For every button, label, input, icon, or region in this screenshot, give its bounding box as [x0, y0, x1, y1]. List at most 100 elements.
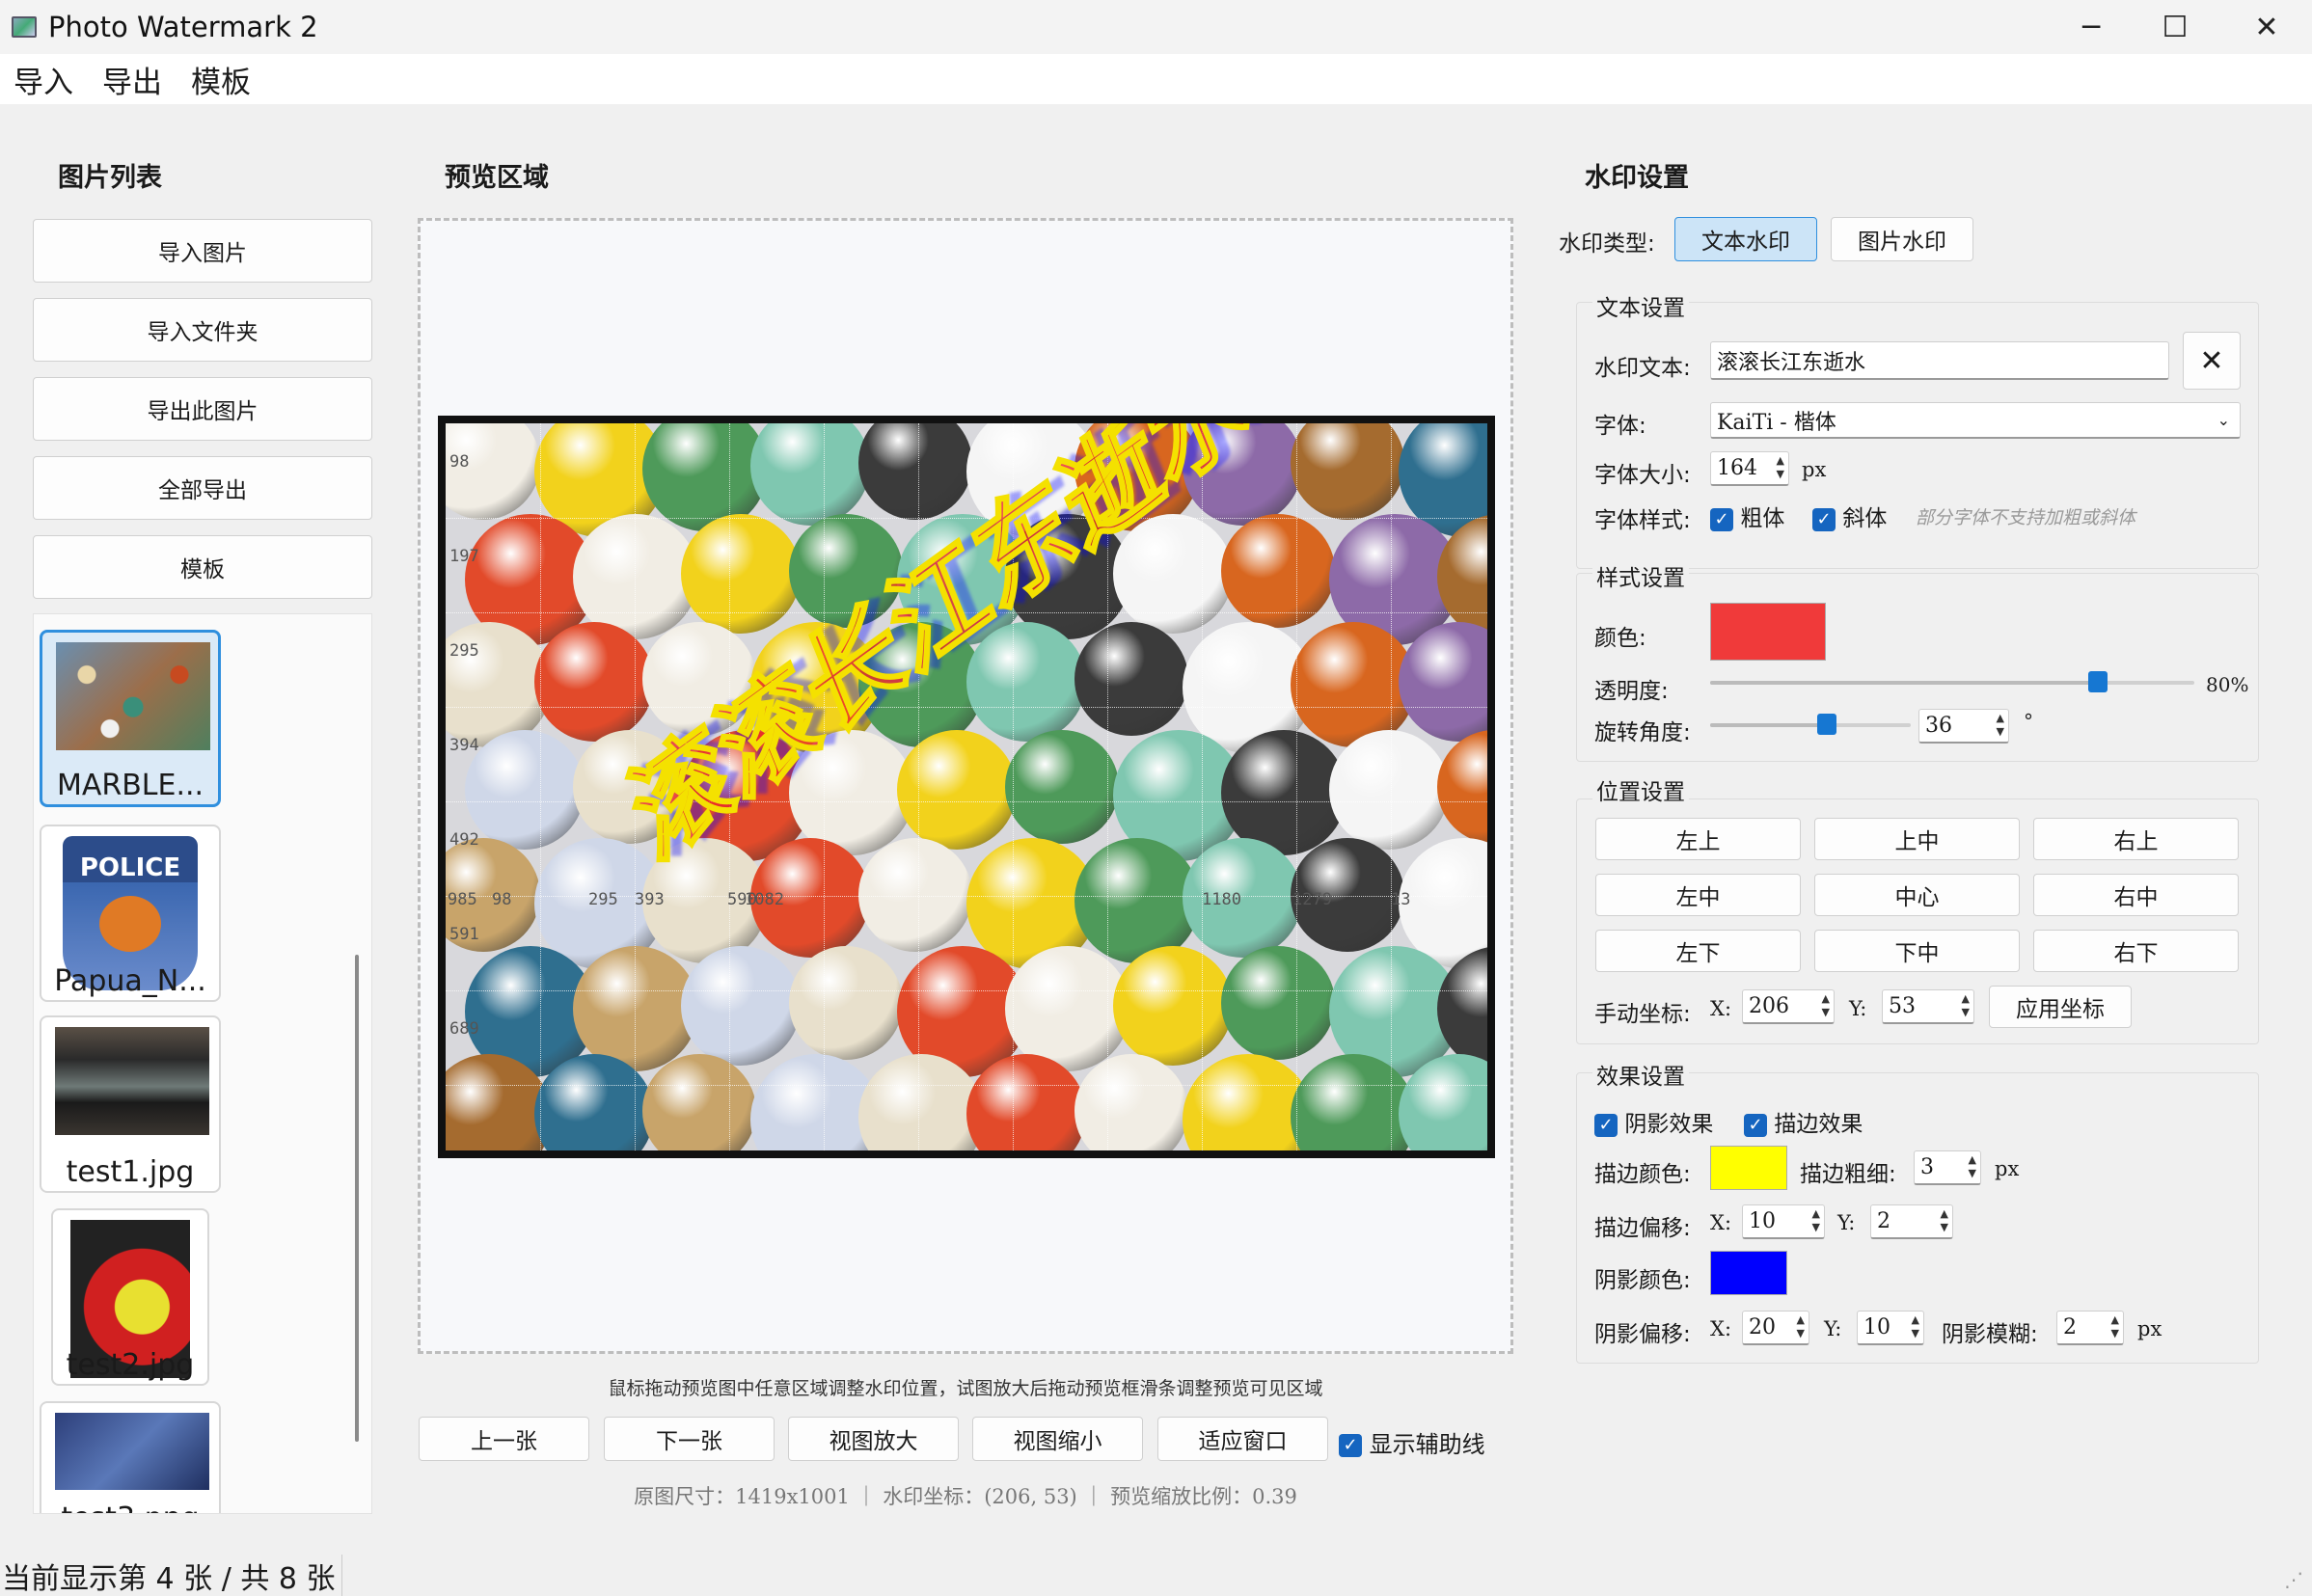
marbles-photo: 滚滚长江东逝水 98 197 295 394 492 591 689 985 98 295 393 5… — [446, 423, 1487, 1150]
coord-y-spinbox[interactable]: 53 ▲ ▼ — [1882, 989, 1974, 1024]
rotation-slider[interactable] — [1710, 714, 1911, 735]
thumbnail-item[interactable]: POLICE Papua_N... — [40, 825, 221, 1002]
spin-arrows-icon[interactable]: ▲ ▼ — [1777, 454, 1784, 481]
checkbox-checked-icon[interactable]: ✓ — [1339, 1434, 1362, 1457]
stroke-width-unit: px — [1995, 1157, 2020, 1180]
shadow-offset-x-spinbox[interactable]: 20 ▲ ▼ — [1742, 1311, 1809, 1345]
thumbnail-item[interactable]: MARBLE... — [40, 630, 221, 807]
guide-line — [1391, 423, 1392, 1150]
bold-checkbox[interactable]: ✓ 粗体 — [1710, 500, 1784, 532]
stroke-color-swatch[interactable] — [1710, 1146, 1787, 1190]
checkbox-checked-icon[interactable]: ✓ — [1744, 1113, 1767, 1137]
stroke-offset-label: 描边偏移: — [1594, 1216, 1691, 1241]
menu-template[interactable]: 模板 — [191, 58, 251, 101]
checkbox-checked-icon[interactable]: ✓ — [1812, 507, 1836, 531]
preview-image[interactable]: 滚滚长江东逝水 98 197 295 394 492 591 689 985 98 295 393 5… — [438, 416, 1495, 1158]
export-this-button[interactable]: 导出此图片 — [33, 377, 372, 441]
shadow-blur-spinbox[interactable]: 2 ▲ ▼ — [2056, 1311, 2124, 1345]
thumbnail-label: test1.jpg — [66, 1155, 195, 1189]
guide-line — [540, 423, 541, 1150]
status-bar: 当前显示第 4 张 / 共 8 张 — [0, 1555, 342, 1596]
clear-text-button[interactable]: ✕ — [2183, 332, 2241, 390]
stroke-width-value: 3 — [1920, 1155, 1934, 1179]
guide-line — [446, 707, 1487, 708]
image-watermark-button[interactable]: 图片水印 — [1831, 217, 1973, 261]
prev-image-button[interactable]: 上一张 — [419, 1417, 589, 1461]
menu-bar: 导入 导出 模板 — [0, 54, 2312, 104]
minimize-button[interactable]: ─ — [2047, 0, 2135, 54]
stroke-offset-y-spinbox[interactable]: 2 ▲ ▼ — [1870, 1204, 1953, 1239]
font-size-spinbox[interactable]: 164 ▲ ▼ — [1710, 451, 1789, 486]
thumbnail-scrollbar[interactable] — [355, 955, 359, 1442]
maximize-button[interactable]: ☐ — [2131, 0, 2219, 54]
spin-arrows-icon[interactable]: ▲ ▼ — [2111, 1313, 2119, 1340]
position-top-center-button[interactable]: 上中 — [1814, 818, 2020, 860]
stroke-width-label: 描边粗细: — [1800, 1162, 1896, 1187]
zoom-in-button[interactable]: 视图放大 — [788, 1417, 959, 1461]
thumbnail-item[interactable]: test3.png — [40, 1401, 221, 1513]
spin-arrows-icon[interactable]: ▲ ▼ — [1812, 1207, 1820, 1234]
marble — [681, 946, 801, 1066]
guide-lines-toggle[interactable]: ✓ 显示辅助线 — [1339, 1425, 1485, 1459]
spin-arrows-icon[interactable]: ▲ ▼ — [1912, 1313, 1919, 1340]
rotation-slider-handle[interactable] — [1816, 714, 1836, 735]
position-bottom-left-button[interactable]: 左下 — [1595, 930, 1801, 972]
position-middle-right-button[interactable]: 右中 — [2033, 874, 2239, 916]
template-button[interactable]: 模板 — [33, 535, 372, 599]
opacity-slider-handle[interactable] — [2087, 671, 2108, 692]
apply-coord-button[interactable]: 应用坐标 — [1989, 986, 2132, 1028]
color-swatch[interactable] — [1710, 603, 1826, 661]
clear-icon: ✕ — [2199, 343, 2224, 378]
thumbnail-item[interactable]: test1.jpg — [40, 1015, 221, 1193]
text-watermark-button[interactable]: 文本水印 — [1674, 217, 1817, 261]
spin-arrows-icon[interactable]: ▲ ▼ — [1797, 1313, 1805, 1340]
import-folder-button[interactable]: 导入文件夹 — [33, 298, 372, 362]
rotation-spinbox[interactable]: 36 ▲ ▼ — [1918, 709, 2009, 744]
opacity-slider[interactable] — [1710, 671, 2194, 692]
close-window-button[interactable]: ✕ — [2222, 0, 2311, 54]
italic-checkbox[interactable]: ✓ 斜体 — [1812, 500, 1887, 532]
marble — [1074, 1054, 1188, 1150]
spin-arrows-icon[interactable]: ▲ ▼ — [1969, 1153, 1976, 1180]
position-bottom-right-button[interactable]: 右下 — [2033, 930, 2239, 972]
position-top-left-button[interactable]: 左上 — [1595, 818, 1801, 860]
menu-export[interactable]: 导出 — [102, 58, 162, 101]
text-settings-title: 文本设置 — [1592, 289, 1689, 322]
resize-grip-icon[interactable]: ⋰ — [2284, 1568, 2303, 1591]
watermark-text-input[interactable]: 滚滚长江东逝水 — [1710, 341, 2169, 380]
font-select[interactable]: KaiTi - 楷体 ⌄ — [1710, 402, 2241, 439]
position-bottom-center-button[interactable]: 下中 — [1814, 930, 2020, 972]
marble — [1074, 622, 1188, 736]
checkbox-checked-icon[interactable]: ✓ — [1710, 507, 1733, 531]
zoom-out-button[interactable]: 视图缩小 — [972, 1417, 1143, 1461]
stroke-offset-x-spinbox[interactable]: 10 ▲ ▼ — [1742, 1204, 1825, 1239]
thumbnail-list[interactable]: MARBLE... POLICE Papua_N... test1.jpg te… — [33, 613, 372, 1514]
export-all-button[interactable]: 全部导出 — [33, 456, 372, 520]
opacity-label: 透明度: — [1594, 679, 1669, 704]
position-center-button[interactable]: 中心 — [1814, 874, 2020, 916]
shadow-color-swatch[interactable] — [1710, 1251, 1787, 1295]
shadow-offset-y-spinbox[interactable]: 10 ▲ ▼ — [1857, 1311, 1924, 1345]
ruler-label: 1279 — [1292, 890, 1332, 909]
spin-arrows-icon[interactable]: ▲ ▼ — [1941, 1207, 1948, 1234]
marble — [1291, 622, 1416, 747]
preview-hint: 鼠标拖动预览图中任意区域调整水印位置，试图放大后拖动预览框滑条调整预览可见区域 — [608, 1378, 1323, 1399]
coord-x-spinbox[interactable]: 206 ▲ ▼ — [1742, 989, 1835, 1024]
import-image-button[interactable]: 导入图片 — [33, 219, 372, 283]
position-middle-left-button[interactable]: 左中 — [1595, 874, 1801, 916]
fit-window-button[interactable]: 适应窗口 — [1157, 1417, 1328, 1461]
font-size-value: 164 — [1717, 456, 1757, 480]
spin-arrows-icon[interactable]: ▲ ▼ — [1822, 992, 1830, 1019]
spin-arrows-icon[interactable]: ▲ ▼ — [1962, 992, 1970, 1019]
position-top-right-button[interactable]: 右上 — [2033, 818, 2239, 860]
stroke-width-spinbox[interactable]: 3 ▲ ▼ — [1914, 1150, 1981, 1185]
position-settings-title: 位置设置 — [1592, 773, 1689, 806]
stroke-checkbox[interactable]: ✓ 描边效果 — [1744, 1105, 1863, 1138]
menu-import[interactable]: 导入 — [14, 58, 73, 101]
checkbox-checked-icon[interactable]: ✓ — [1594, 1113, 1618, 1137]
spin-arrows-icon[interactable]: ▲ ▼ — [1997, 712, 2004, 739]
shadow-checkbox[interactable]: ✓ 阴影效果 — [1594, 1105, 1713, 1138]
thumbnail-item[interactable]: test2.jpg — [51, 1208, 209, 1386]
app-window: Photo Watermark 2 ─ ☐ ✕ 导入 导出 模板 图片列表 导入… — [0, 0, 2312, 1596]
next-image-button[interactable]: 下一张 — [604, 1417, 775, 1461]
